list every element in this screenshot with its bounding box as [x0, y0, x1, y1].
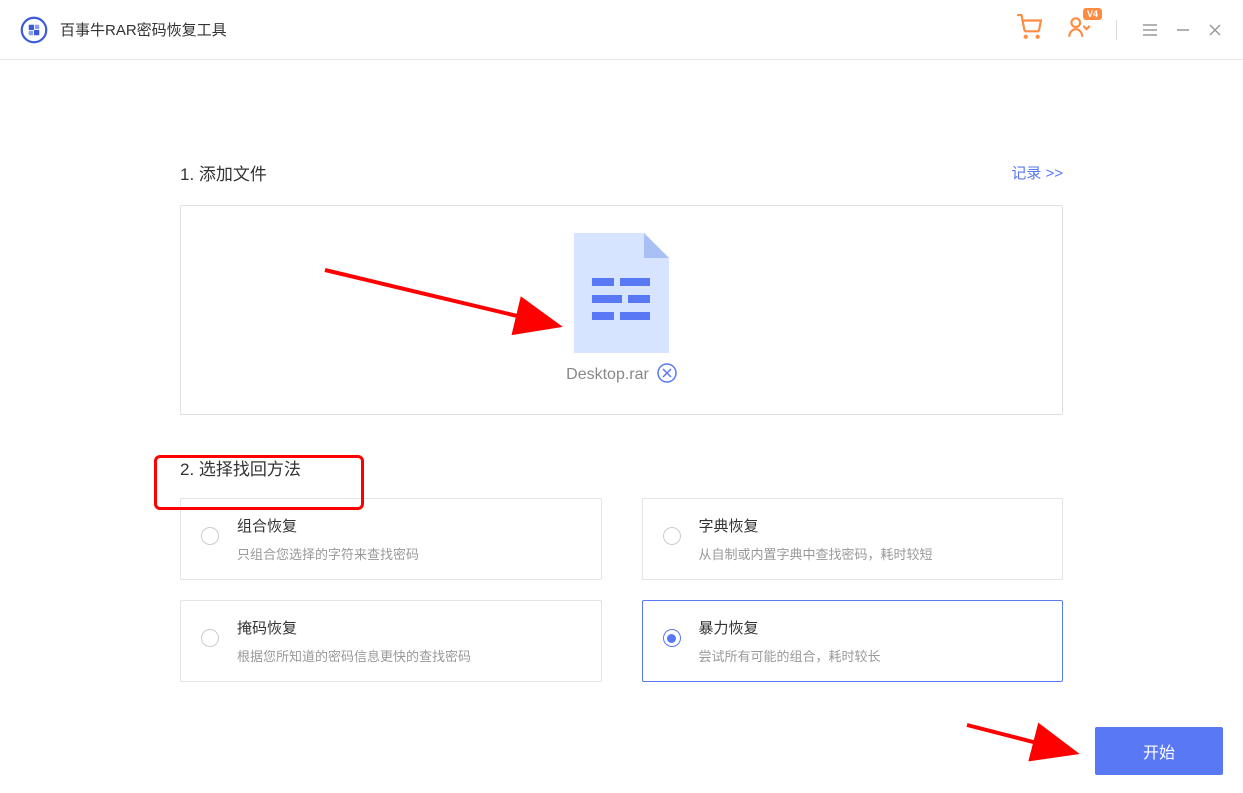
- close-icon[interactable]: [1207, 22, 1223, 38]
- step2-title: 2. 选择找回方法: [180, 455, 371, 480]
- option-desc: 尝试所有可能的组合，耗时较长: [699, 646, 1043, 665]
- header-divider: [1116, 20, 1117, 40]
- remove-file-icon[interactable]: [657, 363, 677, 388]
- step1-title: 1. 添加文件: [180, 160, 267, 185]
- radio-icon: [201, 629, 219, 647]
- main-content: 1. 添加文件 记录 >> Desktop.rar 2. 选择找回方法: [0, 60, 1243, 682]
- file-drop-zone[interactable]: Desktop.rar: [180, 205, 1063, 415]
- radio-icon: [663, 629, 681, 647]
- user-badge: V4: [1083, 8, 1102, 20]
- recovery-option-0[interactable]: 组合恢复 只组合您选择的字符来查找密码: [180, 498, 602, 580]
- option-title: 组合恢复: [237, 515, 581, 536]
- option-content: 组合恢复 只组合您选择的字符来查找密码: [237, 515, 581, 563]
- recovery-option-3[interactable]: 暴力恢复 尝试所有可能的组合，耗时较长: [642, 600, 1064, 682]
- option-title: 暴力恢复: [699, 617, 1043, 638]
- cart-icon[interactable]: [1016, 14, 1042, 45]
- app-header: 百事牛RAR密码恢复工具 V4: [0, 0, 1243, 60]
- option-content: 字典恢复 从自制或内置字典中查找密码，耗时较短: [699, 515, 1043, 563]
- file-name: Desktop.rar: [566, 366, 649, 384]
- recovery-option-2[interactable]: 掩码恢复 根据您所知道的密码信息更快的查找密码: [180, 600, 602, 682]
- minimize-icon[interactable]: [1175, 22, 1191, 38]
- user-icon[interactable]: V4: [1066, 14, 1092, 45]
- recovery-option-1[interactable]: 字典恢复 从自制或内置字典中查找密码，耗时较短: [642, 498, 1064, 580]
- option-desc: 根据您所知道的密码信息更快的查找密码: [237, 646, 581, 665]
- step2-section: 2. 选择找回方法 组合恢复 只组合您选择的字符来查找密码 字典恢复 从自制或内…: [180, 455, 1063, 682]
- app-logo-icon: [20, 16, 48, 44]
- option-content: 暴力恢复 尝试所有可能的组合，耗时较长: [699, 617, 1043, 665]
- radio-icon: [201, 527, 219, 545]
- window-controls: [1141, 21, 1223, 39]
- step1-header: 1. 添加文件 记录 >>: [180, 160, 1063, 185]
- start-button[interactable]: 开始: [1095, 727, 1223, 775]
- option-title: 掩码恢复: [237, 617, 581, 638]
- annotation-arrow-2: [962, 720, 1092, 770]
- header-left: 百事牛RAR密码恢复工具: [20, 16, 227, 44]
- log-link[interactable]: 记录 >>: [1011, 162, 1063, 183]
- option-desc: 从自制或内置字典中查找密码，耗时较短: [699, 544, 1043, 563]
- header-right: V4: [1016, 14, 1223, 45]
- file-name-row: Desktop.rar: [566, 363, 677, 388]
- app-title: 百事牛RAR密码恢复工具: [60, 19, 227, 40]
- option-desc: 只组合您选择的字符来查找密码: [237, 544, 581, 563]
- recovery-options-grid: 组合恢复 只组合您选择的字符来查找密码 字典恢复 从自制或内置字典中查找密码，耗…: [180, 498, 1063, 682]
- option-content: 掩码恢复 根据您所知道的密码信息更快的查找密码: [237, 617, 581, 665]
- menu-icon[interactable]: [1141, 21, 1159, 39]
- file-icon: [574, 233, 669, 353]
- radio-icon: [663, 527, 681, 545]
- footer: 开始: [1095, 727, 1223, 775]
- option-title: 字典恢复: [699, 515, 1043, 536]
